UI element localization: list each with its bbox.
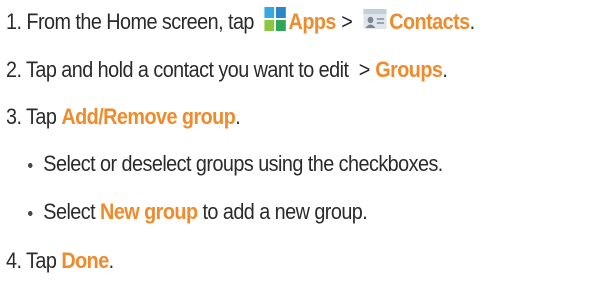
bullet-2-post: to add a new group. — [197, 199, 368, 224]
bullet-item-1: Select or deselect groups using the chec… — [28, 146, 443, 182]
bullet-dot — [28, 162, 33, 168]
bullet-1-text: Select or deselect groups using the chec… — [43, 151, 443, 176]
contacts-icon — [363, 7, 387, 37]
step-3-text: Tap — [21, 104, 62, 129]
bullet-item-2: Select New group to add a new group. — [28, 194, 368, 230]
add-remove-group-label: Add/Remove group — [61, 104, 236, 129]
instructions-page: 1. From the Home screen, tap Apps > Cont… — [0, 0, 603, 307]
step-3-end: . — [235, 104, 241, 129]
step-4: 4. Tap Done . — [6, 243, 114, 279]
step-3-number: 3. — [6, 104, 22, 129]
apps-grid-icon — [264, 7, 286, 37]
step-4-text: Tap — [21, 248, 62, 273]
new-group-label: New group — [100, 199, 198, 224]
bullet-dot — [28, 210, 33, 216]
arrow-separator: > — [358, 57, 371, 82]
step-2: 2. Tap and hold a contact you want to ed… — [6, 52, 448, 88]
apps-label: Apps — [288, 9, 337, 34]
step-1-text: From the Home screen, tap — [21, 9, 259, 34]
groups-label: Groups — [375, 57, 443, 82]
step-1-end: . — [469, 9, 475, 34]
step-4-end: . — [108, 248, 114, 273]
step-4-number: 4. — [6, 248, 22, 273]
arrow-separator: > — [341, 9, 353, 34]
step-2-text: Tap and hold a contact you want to edit — [21, 57, 354, 82]
step-2-number: 2. — [6, 57, 22, 82]
contacts-label: Contacts — [389, 9, 470, 34]
step-2-end: . — [442, 57, 448, 82]
bullet-2-pre: Select — [43, 199, 101, 224]
step-3: 3. Tap Add/Remove group . — [6, 99, 241, 135]
done-label: Done — [61, 248, 109, 273]
step-1-number: 1. — [6, 9, 22, 34]
step-1: 1. From the Home screen, tap Apps > Cont… — [6, 4, 475, 40]
